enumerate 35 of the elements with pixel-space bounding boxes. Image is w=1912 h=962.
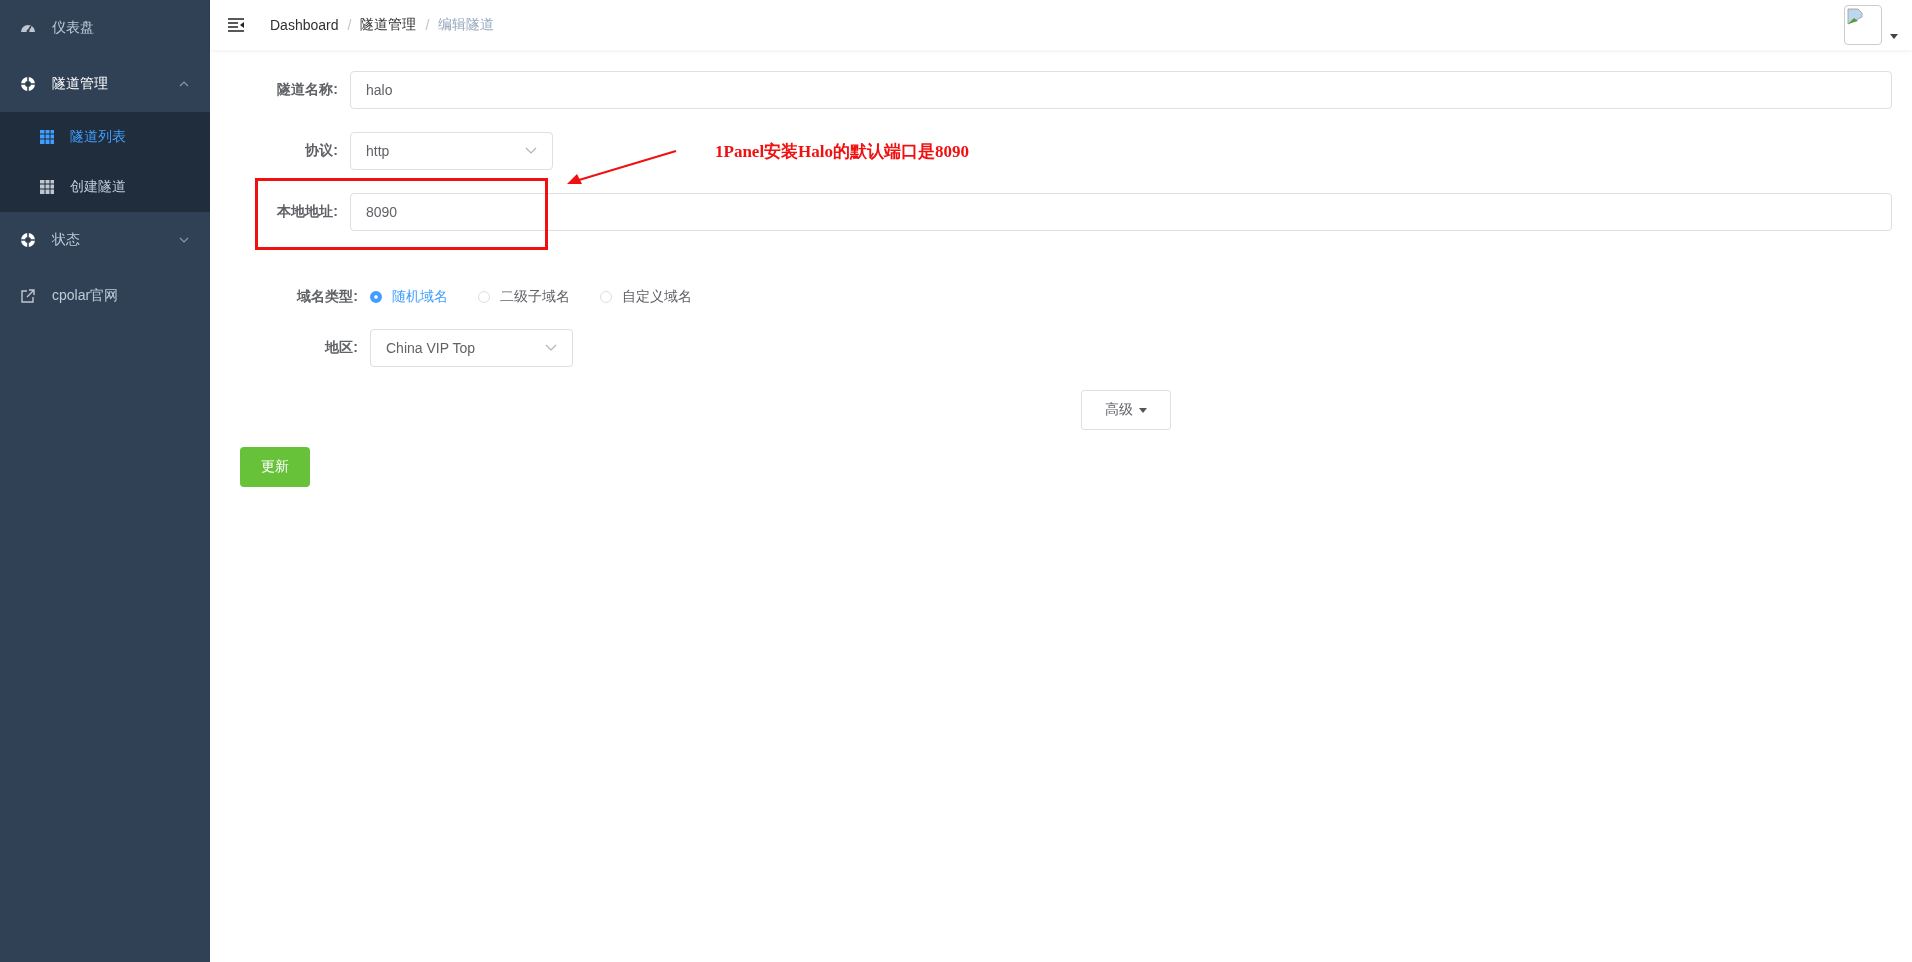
domain-type-radio[interactable]: 二级子域名 [478,288,570,306]
breadcrumb-current: 编辑隧道 [438,16,495,34]
table-icon [40,130,54,144]
tunnel-name-field[interactable]: halo [350,71,1892,109]
breadcrumb-separator: / [347,17,352,33]
chevron-down-icon [525,147,537,155]
broken-image-icon [1847,8,1863,26]
sidebar-subitem[interactable]: 隧道列表 [0,112,210,162]
field-label: 隧道名称: [276,81,339,99]
advanced-button[interactable]: 高级 [1081,390,1171,430]
breadcrumb-separator: / [425,17,430,33]
menu-fold-icon[interactable] [228,18,244,32]
external-link-icon [20,288,36,304]
lifebuoy-icon [20,76,36,92]
sidebar-item[interactable]: cpolar官网 [0,268,210,324]
annotation-text: 1Panel安装Halo的默认端口是8090 [715,141,970,163]
sidebar-item[interactable]: 仪表盘 [0,0,210,56]
sidebar-item[interactable]: 状态 [0,212,210,268]
caret-down-icon[interactable] [1890,33,1898,39]
table-icon [40,180,54,194]
sidebar-item[interactable]: 隧道管理 [0,56,210,112]
domain-type-radio[interactable]: 自定义域名 [600,288,692,306]
breadcrumb-link[interactable]: 隧道管理 [360,16,417,34]
caret-down-icon [1139,407,1147,413]
field-label: 域名类型: [295,288,359,306]
sidebar-subitem[interactable]: 创建隧道 [0,162,210,212]
field-label: 本地地址: [276,203,339,221]
region-select[interactable]: China VIP Top [370,329,573,367]
protocol-select[interactable]: http [350,132,553,170]
field-label: 地区: [323,339,359,357]
field-label: 协议: [304,142,339,160]
breadcrumb-link[interactable]: Dashboard [270,17,339,33]
lifebuoy-icon [20,232,36,248]
local-address-field[interactable]: 8090 [350,193,1892,231]
chevron-down-icon [545,344,557,352]
